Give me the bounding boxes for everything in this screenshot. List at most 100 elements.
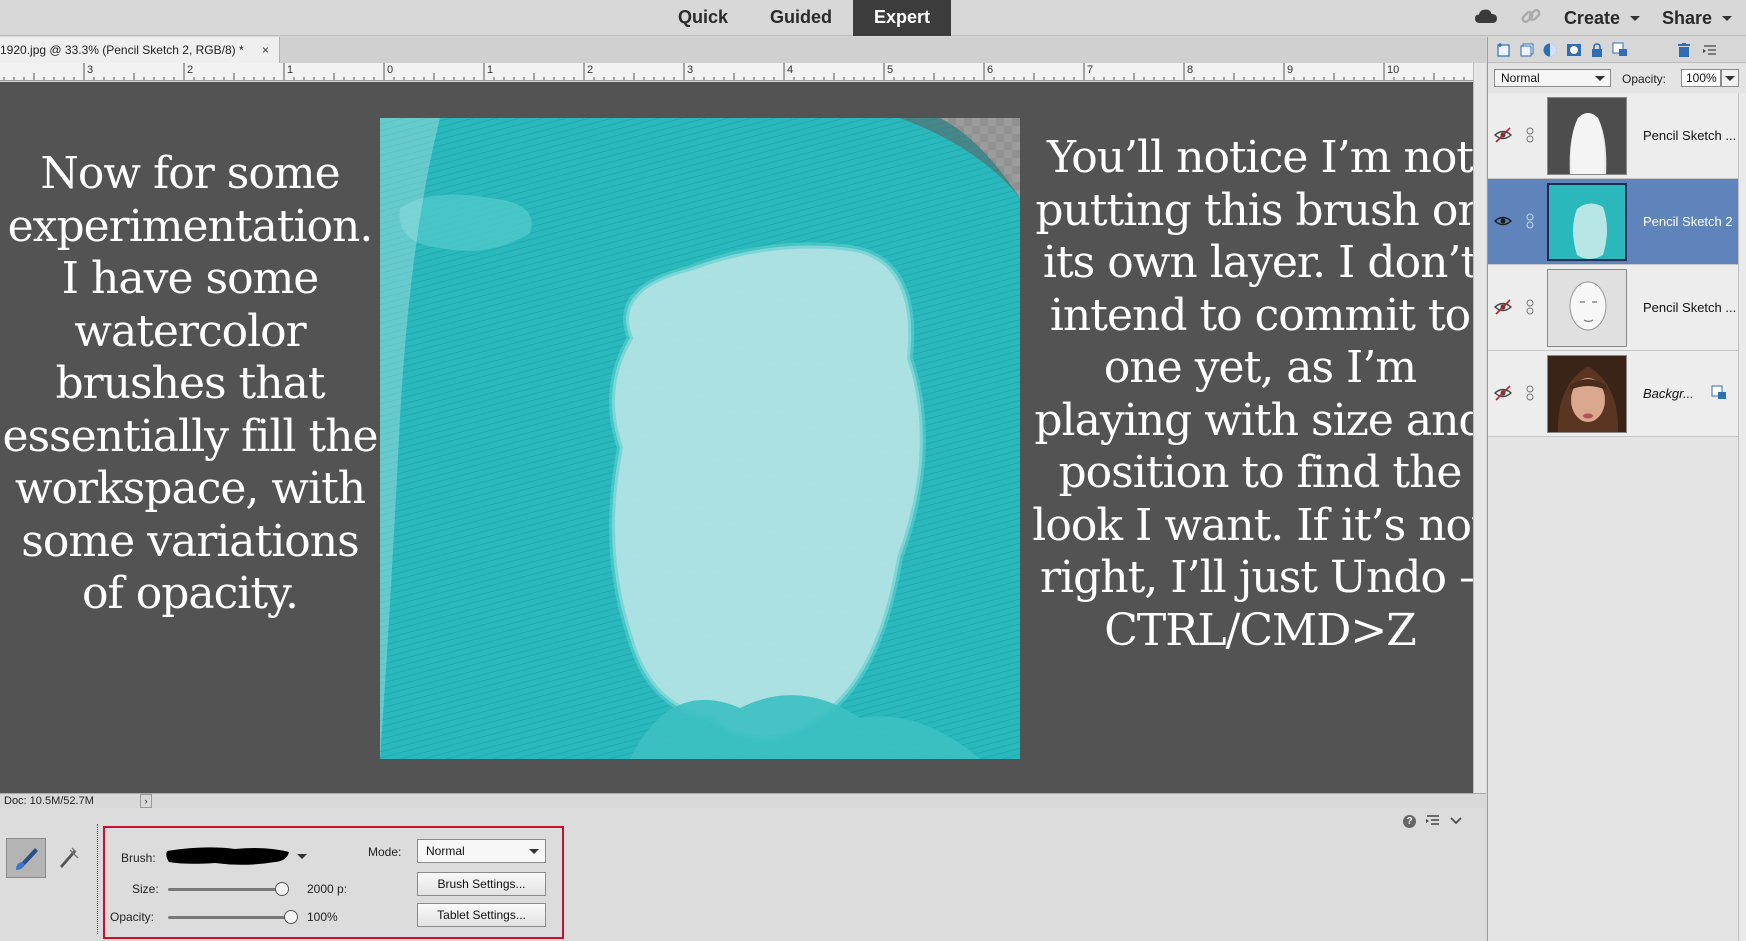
trash-icon[interactable] <box>1676 42 1692 58</box>
brush-icon <box>16 848 38 870</box>
share-label: Share <box>1661 7 1712 28</box>
blend-mode-value: Normal <box>1501 71 1540 85</box>
create-button[interactable]: Create <box>1564 8 1640 29</box>
ruler-label: 1 <box>287 64 294 76</box>
doc-size: Doc: 10.5M/52.7M <box>4 795 94 807</box>
lock-all-icon[interactable] <box>1612 42 1628 58</box>
layers-panel: Normal Opacity: 100% Pencil Sketch ... P… <box>1487 37 1746 941</box>
ruler-label: 2 <box>587 64 594 76</box>
lock-icon[interactable] <box>1589 42 1605 58</box>
top-right-actions: Create Share <box>1474 0 1732 36</box>
document-title: 1920.jpg @ 33.3% (Pencil Sketch 2, RGB/8… <box>0 43 244 57</box>
tab-expert[interactable]: Expert <box>853 0 952 36</box>
chevron-down-icon <box>529 849 539 854</box>
tab-quick[interactable]: Quick <box>657 0 749 36</box>
link-icon[interactable] <box>1524 212 1536 230</box>
layer-opacity-field[interactable]: 100% <box>1681 69 1721 87</box>
ruler-label: 9 <box>1287 64 1294 76</box>
brush-dropdown-caret-icon[interactable] <box>297 854 307 859</box>
ruler-label: 7 <box>1087 64 1094 76</box>
ruler-label: 3 <box>87 64 94 76</box>
opacity-slider-thumb[interactable] <box>284 910 298 924</box>
ruler-label: 1 <box>487 64 494 76</box>
background-layer-icon <box>1711 385 1727 406</box>
opacity-slider[interactable] <box>168 916 291 919</box>
tab-guided[interactable]: Guided <box>749 0 853 36</box>
layer-row[interactable]: Pencil Sketch ... <box>1488 265 1738 351</box>
status-menu-arrow[interactable]: › <box>140 794 152 808</box>
canvas-area[interactable]: Now for some experimentation. I have som… <box>0 82 1473 793</box>
brush-tool-button[interactable] <box>6 838 46 878</box>
mode-dropdown[interactable]: Normal <box>417 839 546 863</box>
eye-hidden-icon[interactable] <box>1493 298 1513 316</box>
ruler-label: 4 <box>787 64 794 76</box>
layer-thumbnail <box>1547 355 1627 433</box>
link-icon[interactable] <box>1520 5 1542 32</box>
layer-name: Pencil Sketch ... <box>1643 128 1737 143</box>
size-slider[interactable] <box>168 888 282 891</box>
document-tab[interactable]: 1920.jpg @ 33.3% (Pencil Sketch 2, RGB/8… <box>0 37 280 63</box>
collapse-chevron-icon[interactable] <box>1450 815 1462 829</box>
impressionist-brush-button[interactable] <box>48 838 88 878</box>
panel-menu-icon[interactable] <box>1702 42 1718 58</box>
caption-right: You’ll notice I’m not putting this brush… <box>1032 132 1473 656</box>
mode-value: Normal <box>426 844 465 858</box>
layer-thumbnail <box>1547 97 1627 175</box>
layer-opacity-dropdown[interactable] <box>1721 69 1739 87</box>
help-icon[interactable]: ? <box>1403 815 1416 828</box>
panel-menu-icon[interactable] <box>1426 814 1440 829</box>
close-icon[interactable]: × <box>262 37 269 63</box>
layer-name: Pencil Sketch ... <box>1643 300 1737 315</box>
layers-toolbar <box>1488 37 1746 63</box>
layer-name: Pencil Sketch 2 <box>1643 214 1733 229</box>
watercolor-brush-artwork <box>380 118 1020 759</box>
top-bar: Quick Guided Expert Create Share <box>0 0 1746 36</box>
status-bar: Doc: 10.5M/52.7M › <box>0 793 1486 808</box>
chevron-down-icon <box>1595 76 1605 81</box>
canvas-image[interactable] <box>380 118 1020 759</box>
chevron-down-icon <box>1722 15 1732 21</box>
new-group-icon[interactable] <box>1519 42 1535 58</box>
adjustment-layer-icon[interactable] <box>1542 42 1558 58</box>
layer-row-selected[interactable]: Pencil Sketch 2 <box>1488 179 1738 265</box>
size-slider-thumb[interactable] <box>275 882 289 896</box>
brush-options-group: Brush: Mode: Normal Size: 2000 p: Opacit… <box>103 826 564 939</box>
new-layer-icon[interactable] <box>1496 42 1512 58</box>
divider <box>97 824 98 934</box>
blend-mode-dropdown[interactable]: Normal <box>1494 69 1611 87</box>
layer-row[interactable]: Backgr... <box>1488 351 1738 437</box>
brush-label: Brush: <box>121 851 156 865</box>
layer-list: Pencil Sketch ... Pencil Sketch 2 Pencil… <box>1488 93 1738 437</box>
mode-label: Mode: <box>368 845 402 859</box>
link-icon[interactable] <box>1524 126 1536 144</box>
layers-scrollbar[interactable] <box>1738 93 1746 941</box>
layer-name: Backgr... <box>1643 386 1694 401</box>
size-value: 2000 p: <box>307 882 348 896</box>
eye-icon[interactable] <box>1493 212 1513 230</box>
size-label: Size: <box>132 882 159 896</box>
eye-hidden-icon[interactable] <box>1493 126 1513 144</box>
eye-hidden-icon[interactable] <box>1493 384 1513 402</box>
ruler-label: 3 <box>687 64 694 76</box>
layer-row[interactable]: Pencil Sketch ... <box>1488 93 1738 179</box>
link-icon[interactable] <box>1524 298 1536 316</box>
tablet-settings-button[interactable]: Tablet Settings... <box>417 903 546 927</box>
document-tab-bar: 1920.jpg @ 33.3% (Pencil Sketch 2, RGB/8… <box>0 37 1486 63</box>
vertical-scrollbar[interactable] <box>1473 63 1486 793</box>
share-button[interactable]: Share <box>1662 8 1732 29</box>
brush-settings-button[interactable]: Brush Settings... <box>417 872 546 896</box>
ruler-label: 8 <box>1187 64 1194 76</box>
cloud-icon[interactable] <box>1474 8 1498 29</box>
opacity-label: Opacity: <box>110 910 155 924</box>
layer-thumbnail <box>1547 269 1627 347</box>
ruler-label: 10 <box>1387 64 1400 76</box>
layer-controls: Normal Opacity: 100% <box>1488 63 1746 93</box>
chevron-down-icon <box>1725 76 1735 81</box>
create-label: Create <box>1563 7 1620 28</box>
layer-mask-icon[interactable] <box>1566 42 1582 58</box>
horizontal-ruler: 3 2 1 0 1 2 3 4 5 6 7 8 9 10 <box>0 63 1473 81</box>
link-icon[interactable] <box>1524 384 1536 402</box>
ruler-ticks <box>3 63 1465 80</box>
brush-preset-picker[interactable] <box>165 843 291 869</box>
layer-thumbnail <box>1547 183 1627 261</box>
